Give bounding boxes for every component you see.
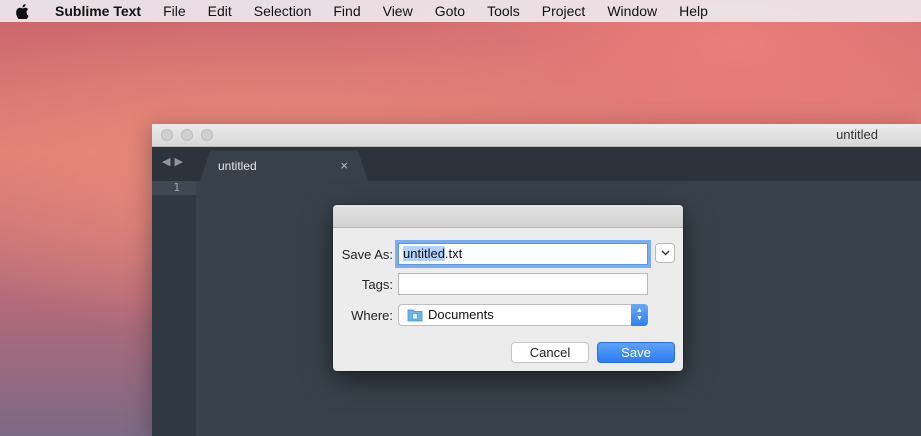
line-number: 1: [152, 181, 196, 195]
menu-window[interactable]: Window: [596, 0, 668, 22]
filename-input[interactable]: untitled.txt: [398, 243, 648, 265]
menu-project[interactable]: Project: [531, 0, 597, 22]
save-button[interactable]: Save: [597, 342, 675, 363]
menu-app-name[interactable]: Sublime Text: [44, 0, 152, 22]
menu-find[interactable]: Find: [322, 0, 371, 22]
where-popup[interactable]: Documents ▲ ▼: [398, 304, 648, 326]
documents-folder-icon: [407, 308, 423, 322]
tab-nav-arrows: ◀ ▶: [162, 155, 183, 168]
filename-selected-text: untitled: [403, 246, 445, 261]
forward-arrow-icon[interactable]: ▶: [174, 155, 182, 168]
save-as-label: Save As:: [341, 247, 393, 262]
window-titlebar[interactable]: untitled: [152, 124, 921, 147]
close-window-button[interactable]: [161, 129, 173, 141]
tab-close-icon[interactable]: ×: [340, 158, 348, 173]
menu-help[interactable]: Help: [668, 0, 719, 22]
menu-view[interactable]: View: [372, 0, 424, 22]
traffic-lights: [161, 129, 213, 141]
window-title: untitled: [836, 127, 878, 142]
menu-bar: Sublime Text File Edit Selection Find Vi…: [0, 0, 921, 22]
menu-edit[interactable]: Edit: [197, 0, 243, 22]
menu-tools[interactable]: Tools: [476, 0, 531, 22]
dialog-header: [333, 205, 683, 228]
menu-goto[interactable]: Goto: [424, 0, 476, 22]
minimize-window-button[interactable]: [181, 129, 193, 141]
where-label: Where:: [351, 308, 393, 323]
tab-label: untitled: [218, 159, 257, 173]
filename-extension: .txt: [444, 246, 463, 261]
cancel-button[interactable]: Cancel: [511, 342, 589, 363]
save-dialog: Save As: untitled.txt Tags: Where: Docum…: [333, 205, 683, 371]
zoom-window-button[interactable]: [201, 129, 213, 141]
menu-selection[interactable]: Selection: [243, 0, 323, 22]
tags-input[interactable]: [398, 273, 648, 295]
chevron-down-icon: [661, 248, 670, 259]
tab-bar: ◀ ▶ untitled ×: [152, 147, 921, 181]
line-gutter: 1: [152, 181, 196, 436]
tags-label: Tags:: [361, 277, 393, 292]
back-arrow-icon[interactable]: ◀: [162, 155, 170, 168]
tab-untitled[interactable]: untitled ×: [200, 151, 368, 181]
popup-stepper-icon: ▲ ▼: [631, 304, 648, 326]
menu-file[interactable]: File: [152, 0, 197, 22]
where-value: Documents: [428, 307, 494, 322]
apple-icon[interactable]: [0, 3, 44, 19]
expand-dialog-button[interactable]: [655, 243, 675, 263]
